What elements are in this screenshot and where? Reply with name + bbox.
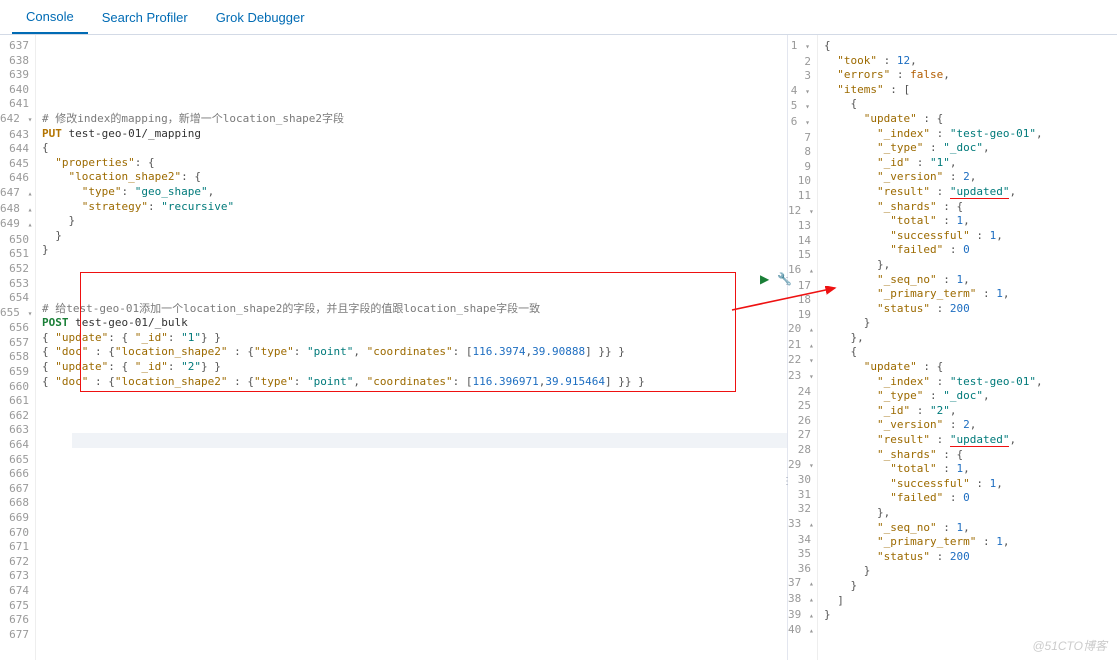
resize-handle-icon[interactable]: ⋮ — [782, 476, 793, 487]
request-pane: 637 638 639 640 641 642 ▾ 643 644 645 64… — [0, 35, 788, 660]
tab-search-profiler[interactable]: Search Profiler — [88, 0, 202, 34]
result-updated: "updated" — [950, 433, 1010, 447]
resize-handle-icon[interactable]: ⋮ — [782, 276, 793, 287]
result-updated: "updated" — [950, 185, 1010, 199]
http-method: POST — [42, 316, 69, 329]
comment: # 给test-geo-01添加一个location_shape2的字段，并且字… — [42, 302, 540, 315]
comment: # 修改index的mapping，新增一个location_shape2字段 — [42, 112, 344, 125]
tab-console[interactable]: Console — [12, 0, 88, 34]
response-viewer[interactable]: { "took" : 12, "errors" : false, "items"… — [818, 35, 1117, 660]
right-line-gutter: 1 ▾ 2 3 4 ▾ 5 ▾ 6 ▾ 7 8 9 10 11 12 ▾ 13 … — [788, 35, 818, 660]
cursor-line-highlight — [72, 433, 787, 448]
http-method: PUT — [42, 127, 62, 140]
dev-tools-tabs: Console Search Profiler Grok Debugger — [0, 0, 1117, 34]
response-pane: 1 ▾ 2 3 4 ▾ 5 ▾ 6 ▾ 7 8 9 10 11 12 ▾ 13 … — [788, 35, 1117, 660]
split-pane: 637 638 639 640 641 642 ▾ 643 644 645 64… — [0, 35, 1117, 660]
request-path: test-geo-01/_bulk — [75, 316, 188, 329]
left-line-gutter: 637 638 639 640 641 642 ▾ 643 644 645 64… — [0, 35, 36, 660]
watermark: @51CTO博客 — [1032, 637, 1107, 654]
play-icon[interactable]: ▶ — [760, 272, 769, 286]
request-path: test-geo-01/_mapping — [69, 127, 201, 140]
request-editor[interactable]: # 修改index的mapping，新增一个location_shape2字段 … — [36, 35, 787, 660]
tab-grok-debugger[interactable]: Grok Debugger — [202, 0, 319, 34]
